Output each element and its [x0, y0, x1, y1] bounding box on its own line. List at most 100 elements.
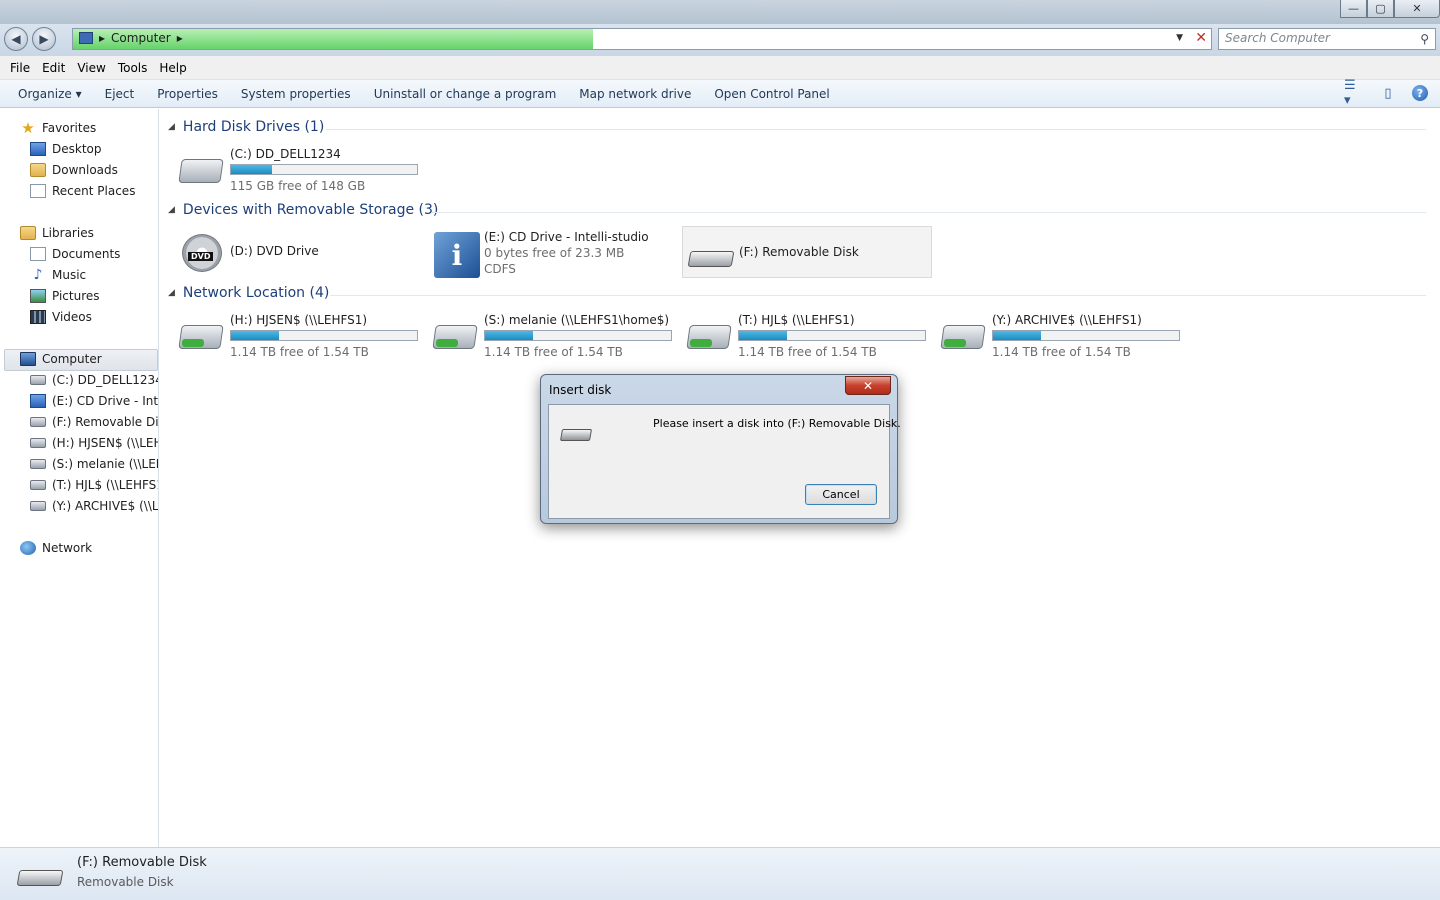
menu-view[interactable]: View — [71, 61, 111, 75]
drive-tile-h[interactable]: (H:) HJSEN$ (\\LEHFS1) 1.14 TB free of 1… — [174, 309, 424, 361]
group-header-network-location[interactable]: ◢ Network Location (4) — [168, 285, 329, 301]
drive-name: (E:) CD Drive - Intelli-studio — [484, 230, 649, 244]
sidebar-item-drive-f[interactable]: (F:) Removable Disk — [30, 415, 158, 429]
downloads-icon — [30, 163, 46, 177]
pictures-icon — [30, 289, 46, 303]
sidebar-item-drive-e[interactable]: (E:) CD Drive - Intelli — [30, 394, 158, 408]
sidebar-item-videos[interactable]: Videos — [30, 310, 92, 324]
sidebar-item-label: Music — [52, 268, 87, 282]
drive-usage-fill — [231, 331, 280, 340]
dialog-body: Please insert a disk into (F:) Removable… — [548, 404, 901, 519]
sidebar-item-drive-s[interactable]: (S:) melanie (\\LEHF — [30, 457, 158, 471]
sidebar-item-label: Documents — [52, 247, 121, 261]
system-properties-button[interactable]: System properties — [233, 87, 366, 101]
collapse-icon[interactable]: ◢ — [168, 122, 175, 132]
open-control-panel-button[interactable]: Open Control Panel — [706, 87, 844, 101]
menu-tools[interactable]: Tools — [112, 61, 154, 75]
uninstall-program-button[interactable]: Uninstall or change a program — [366, 87, 572, 101]
breadcrumb-separator[interactable]: ▸ — [99, 31, 105, 45]
removable-disk-icon — [30, 417, 46, 427]
videos-icon — [30, 310, 46, 324]
drive-usage-bar — [484, 330, 672, 341]
menu-file[interactable]: File — [4, 61, 36, 75]
eject-button[interactable]: Eject — [97, 87, 150, 101]
menu-edit[interactable]: Edit — [36, 61, 71, 75]
sidebar-item-drive-y[interactable]: (Y:) ARCHIVE$ (\\LEI — [30, 499, 158, 513]
drive-free-space: 1.14 TB free of 1.54 TB — [230, 345, 369, 359]
sidebar-item-drive-h[interactable]: (H:) HJSEN$ (\\LEHF — [30, 436, 158, 450]
drive-tile-e[interactable]: i (E:) CD Drive - Intelli-studio 0 bytes… — [428, 226, 678, 278]
music-icon: ♪ — [33, 268, 43, 282]
drive-tile-f[interactable]: (F:) Removable Disk — [682, 226, 932, 278]
navigation-pane: ★ Favorites Desktop Downloads Recent Pla… — [0, 109, 159, 847]
search-input[interactable]: Search Computer ⚲ — [1218, 28, 1436, 50]
computer-icon — [79, 32, 93, 44]
insert-disk-dialog[interactable]: Insert disk ✕ Please insert a disk into … — [540, 374, 901, 524]
cd-drive-icon: i — [432, 232, 480, 278]
navigation-bar: ◀ ▶ ▸ Computer ▸ ▼ ✕ Search Computer ⚲ — [0, 24, 1440, 56]
sidebar-item-label: Computer — [42, 352, 102, 366]
group-header-hard-disk-drives[interactable]: ◢ Hard Disk Drives (1) — [168, 119, 324, 135]
menu-help[interactable]: Help — [153, 61, 192, 75]
desktop-icon — [30, 142, 46, 156]
drive-tile-s[interactable]: (S:) melanie (\\LEHFS1\home$) 1.14 TB fr… — [428, 309, 678, 361]
view-controls: ☰ ▾ ▯ ? — [1344, 78, 1428, 108]
forward-button[interactable]: ▶ — [32, 27, 56, 51]
sidebar-item-label: (Y:) ARCHIVE$ (\\LEI — [52, 499, 158, 513]
drive-tile-c[interactable]: (C:) DD_DELL1234 115 GB free of 148 GB — [174, 143, 424, 195]
sidebar-item-recent-places[interactable]: Recent Places — [30, 184, 135, 198]
minimize-button[interactable]: — — [1340, 0, 1367, 18]
breadcrumb: ▸ Computer ▸ — [79, 31, 183, 45]
stop-loading-icon[interactable]: ✕ — [1195, 30, 1207, 46]
cd-drive-icon — [30, 394, 46, 408]
group-title: Network Location (4) — [182, 285, 330, 301]
sidebar-item-favorites[interactable]: ★ Favorites — [20, 121, 96, 135]
details-item-type: Removable Disk — [77, 875, 174, 889]
address-bar[interactable]: ▸ Computer ▸ ▼ ✕ — [72, 28, 1212, 50]
back-button[interactable]: ◀ — [4, 27, 28, 51]
sidebar-item-label: Network — [42, 541, 93, 555]
close-button[interactable]: ✕ — [1394, 0, 1440, 18]
sidebar-item-pictures[interactable]: Pictures — [30, 289, 100, 303]
maximize-button[interactable]: ▢ — [1367, 0, 1394, 18]
sidebar-item-documents[interactable]: Documents — [30, 247, 120, 261]
sidebar-item-label: (F:) Removable Disk — [52, 415, 158, 429]
address-dropdown-icon[interactable]: ▼ — [1176, 33, 1183, 43]
window-titlebar[interactable]: — ▢ ✕ — [0, 0, 1440, 24]
collapse-icon[interactable]: ◢ — [168, 288, 175, 298]
change-view-icon[interactable]: ☰ ▾ — [1344, 78, 1364, 108]
dialog-title: Insert disk — [549, 383, 612, 397]
sidebar-item-drive-c[interactable]: (C:) DD_DELL1234 — [30, 373, 158, 387]
sidebar-item-network[interactable]: Network — [20, 541, 92, 555]
search-icon[interactable]: ⚲ — [1420, 32, 1429, 46]
sidebar-item-libraries[interactable]: Libraries — [20, 226, 94, 240]
drive-tile-t[interactable]: (T:) HJL$ (\\LEHFS1) 1.14 TB free of 1.5… — [682, 309, 932, 361]
search-placeholder: Search Computer — [1225, 31, 1330, 45]
sidebar-item-computer[interactable]: Computer — [20, 352, 102, 366]
group-title: Hard Disk Drives (1) — [182, 119, 325, 135]
help-icon[interactable]: ? — [1412, 85, 1428, 101]
drive-tile-y[interactable]: (Y:) ARCHIVE$ (\\LEHFS1) 1.14 TB free of… — [936, 309, 1186, 361]
sidebar-item-desktop[interactable]: Desktop — [30, 142, 102, 156]
sidebar-item-drive-t[interactable]: (T:) HJL$ (\\LEHFS1) — [30, 478, 158, 492]
breadcrumb-separator[interactable]: ▸ — [177, 31, 183, 45]
drive-tile-d[interactable]: DVD (D:) DVD Drive — [174, 226, 424, 278]
collapse-icon[interactable]: ◢ — [168, 205, 175, 215]
dialog-close-button[interactable]: ✕ — [845, 376, 891, 395]
drive-free-space: 0 bytes free of 23.3 MB — [484, 246, 625, 260]
drive-usage-bar — [230, 164, 418, 175]
breadcrumb-computer[interactable]: Computer — [111, 31, 171, 45]
cancel-button[interactable]: Cancel — [805, 484, 877, 505]
group-header-removable-storage[interactable]: ◢ Devices with Removable Storage (3) — [168, 202, 438, 218]
star-icon: ★ — [21, 121, 35, 135]
sidebar-item-music[interactable]: ♪ Music — [30, 268, 87, 282]
organize-button[interactable]: Organize ▾ — [10, 87, 97, 101]
sidebar-item-label: (E:) CD Drive - Intelli — [52, 394, 158, 408]
map-network-drive-button[interactable]: Map network drive — [571, 87, 706, 101]
sidebar-item-downloads[interactable]: Downloads — [30, 163, 118, 177]
network-drive-icon — [30, 438, 46, 448]
sidebar-item-label: (H:) HJSEN$ (\\LEHF — [52, 436, 158, 450]
drive-usage-bar — [738, 330, 926, 341]
properties-button[interactable]: Properties — [149, 87, 233, 101]
preview-pane-icon[interactable]: ▯ — [1378, 84, 1398, 102]
